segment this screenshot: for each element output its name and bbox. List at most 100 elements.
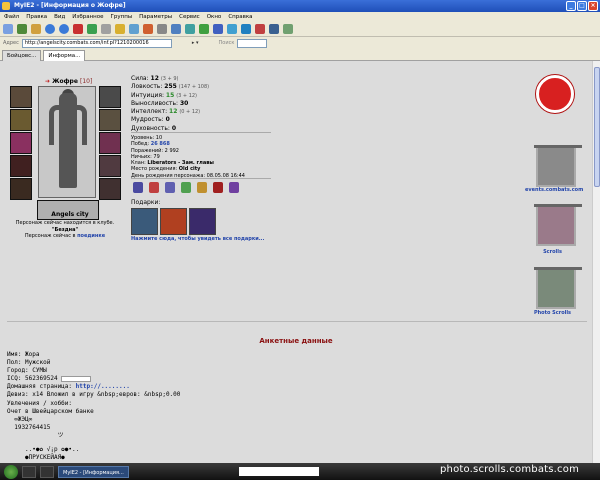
gift-icon[interactable] [131, 208, 158, 235]
tool-icon-5[interactable] [241, 24, 251, 34]
tab-combats[interactable]: Бойцовс... [2, 50, 42, 61]
profile-data: Имя: Жора Пол: Мужской Город: СУМЫ ICQ: … [7, 351, 180, 462]
tool-icon-7[interactable] [269, 24, 279, 34]
menu-edit[interactable]: Правка [26, 12, 47, 22]
search-icon[interactable] [171, 24, 181, 34]
character-panel: ➜ Жофре [10] [7, 74, 127, 224]
back-icon[interactable] [45, 24, 55, 34]
medal-icon[interactable] [229, 182, 239, 193]
battle-link[interactable]: поединке [77, 233, 105, 239]
open-icon[interactable] [31, 24, 41, 34]
scroll-thumb[interactable] [594, 67, 600, 187]
medal-icon[interactable] [133, 182, 143, 193]
save-icon[interactable] [17, 24, 27, 34]
tool-icon-8[interactable] [283, 24, 293, 34]
profile-icq-row: ICQ: 562369524 [7, 375, 180, 383]
clan-link[interactable]: Liberators - Зам. главы [147, 160, 214, 166]
tab-info[interactable]: Информа... [43, 50, 86, 61]
red-circle-logo-icon[interactable] [536, 75, 574, 113]
equip-slot-ring[interactable] [99, 109, 121, 131]
tab-bar: Бойцовс... Информа... [0, 49, 600, 61]
tool-icon-3[interactable] [213, 24, 223, 34]
go-arrow-icon[interactable]: ▸ ▾ [192, 40, 199, 46]
scrolls-link[interactable]: Scrolls [525, 249, 580, 255]
equip-slot-belt[interactable] [10, 178, 32, 200]
stat-row: Ловкость: 255 (147 + 108) [131, 83, 210, 91]
gift-icon[interactable] [189, 208, 216, 235]
home-icon[interactable] [101, 24, 111, 34]
equip-slot-earring[interactable] [99, 86, 121, 108]
medals-row [133, 182, 239, 193]
profile-section-title: Анкетные данные [259, 337, 333, 345]
all-gifts-link[interactable]: Нажмите сюда, чтобы увидеть все подарки.… [131, 236, 264, 242]
menu-options[interactable]: Параметры [139, 12, 172, 22]
new-window-icon[interactable] [3, 24, 13, 34]
menu-bar: Файл Правка Вид Избранное Группы Парамет… [0, 12, 600, 22]
taskbar-search-input[interactable] [238, 467, 319, 476]
location-line: Персонаж сейчас в поединке [0, 233, 130, 240]
refresh-icon[interactable] [87, 24, 97, 34]
events-link[interactable]: events.combats.com [525, 187, 583, 193]
scroll-banner-icon[interactable] [534, 204, 582, 246]
stop-icon[interactable] [73, 24, 83, 34]
quicklaunch-icon[interactable] [40, 465, 54, 478]
stat-row: Сила: 12 (3 + 9) [131, 75, 179, 82]
character-city: Angels city [51, 211, 89, 218]
menu-view[interactable]: Вид [54, 12, 65, 22]
medal-icon[interactable] [197, 182, 207, 193]
menu-help[interactable]: Справка [228, 12, 252, 22]
address-input[interactable]: http://angelscity.combats.com/inf.pl?121… [21, 38, 172, 48]
character-name-row: ➜ Жофре [10] [45, 78, 93, 85]
search-label: Поиск [218, 40, 235, 46]
equip-slot-shield[interactable] [99, 155, 121, 177]
tool-icon-6[interactable] [255, 24, 265, 34]
quicklaunch-icon[interactable] [22, 465, 36, 478]
minimize-button[interactable]: _ [566, 1, 576, 11]
profile-motto: Девиз: x14 Вложил в игру &nbsp;евров: &n… [7, 391, 181, 399]
search-input[interactable] [237, 38, 268, 48]
profile-line: ツ [7, 431, 64, 439]
favorites-icon[interactable] [115, 24, 125, 34]
history-icon[interactable] [129, 24, 139, 34]
equip-slot-helmet[interactable] [10, 86, 32, 108]
equip-slot-amulet[interactable] [10, 109, 32, 131]
forward-icon[interactable] [59, 24, 69, 34]
gift-icon[interactable] [160, 208, 187, 235]
mail-icon[interactable] [143, 24, 153, 34]
maximize-button[interactable]: □ [577, 1, 587, 11]
equip-slot-gloves[interactable] [99, 132, 121, 154]
toolbar [0, 22, 600, 37]
homepage-link[interactable]: http://........ [76, 383, 130, 390]
menu-file[interactable]: Файл [4, 12, 19, 22]
scroll-banner-icon[interactable] [534, 145, 582, 187]
taskbar-item-browser[interactable]: MyIE2 - [Информация... [58, 465, 129, 478]
character-figure [38, 86, 96, 198]
medal-icon[interactable] [149, 182, 159, 193]
menu-window[interactable]: Окно [207, 12, 222, 22]
menu-tools[interactable]: Сервис [179, 12, 200, 22]
profile-hobby-label: Увлечения / хобби: [7, 399, 73, 407]
info-divider [131, 178, 271, 179]
tool-icon-1[interactable] [185, 24, 195, 34]
address-bar: Адрес http://angelscity.combats.com/inf.… [0, 37, 600, 49]
equip-slot-weapon[interactable] [10, 132, 32, 154]
medal-icon[interactable] [165, 182, 175, 193]
photo-banner-icon[interactable] [534, 267, 582, 309]
print-icon[interactable] [157, 24, 167, 34]
start-button[interactable] [4, 464, 18, 479]
stats-divider [131, 132, 271, 133]
photo-scrolls-link[interactable]: Photo Scrolls [525, 310, 580, 316]
menu-favorites[interactable]: Избранное [72, 12, 103, 22]
medal-icon[interactable] [213, 182, 223, 193]
equip-slot-armor[interactable] [10, 155, 32, 177]
close-button[interactable]: × [588, 1, 598, 11]
medal-icon[interactable] [181, 182, 191, 193]
redacted-box [61, 375, 92, 382]
profile-sex: Пол: Мужской [7, 359, 51, 367]
tool-icon-4[interactable] [227, 24, 237, 34]
location-prefix: Персонаж сейчас в [24, 233, 76, 239]
vertical-scrollbar[interactable] [592, 61, 600, 463]
tool-icon-2[interactable] [199, 24, 209, 34]
menu-groups[interactable]: Группы [111, 12, 133, 22]
equip-slot-boots[interactable] [99, 178, 121, 200]
